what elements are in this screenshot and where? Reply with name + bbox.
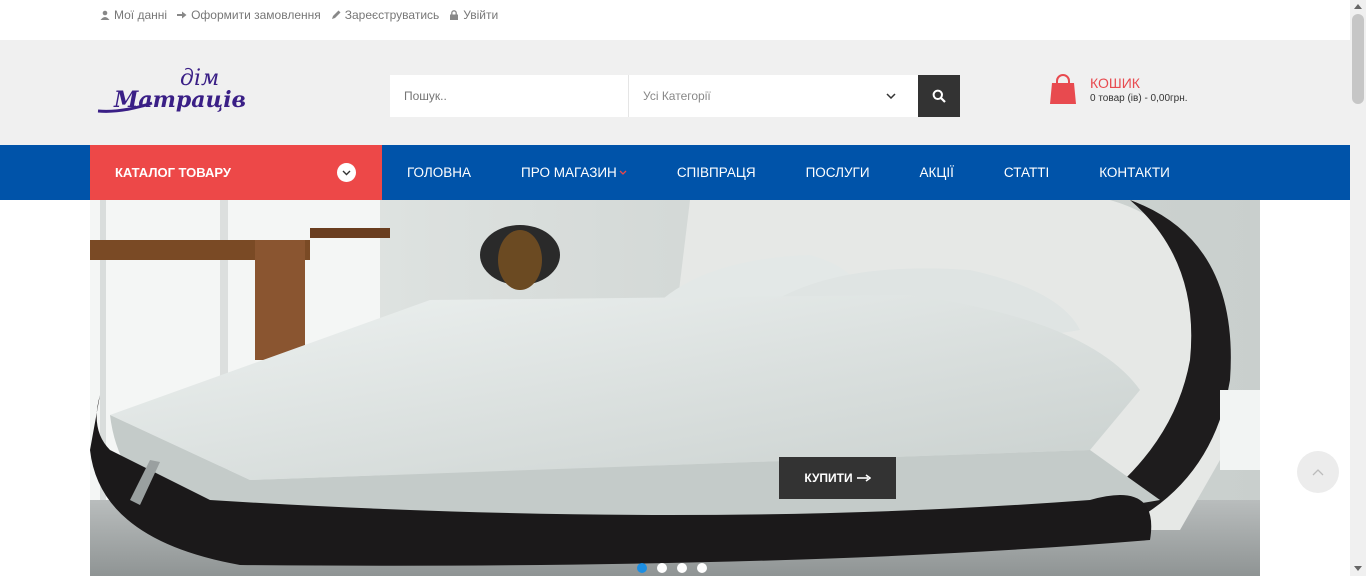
menu-item-label: СТАТТІ (1003, 165, 1050, 180)
shopping-bag-icon (1050, 74, 1076, 104)
register-label: Зареєструватись (344, 8, 440, 22)
scrollbar-thumb[interactable] (1352, 14, 1364, 104)
user-icon (100, 10, 110, 20)
slider-dot[interactable] (637, 563, 647, 573)
search-icon (932, 89, 946, 103)
top-bar: Мої данні Оформити замовлення Зареєструв… (0, 0, 1350, 40)
cart-title: КОШИК (1090, 75, 1140, 91)
chevron-down-icon (886, 93, 896, 99)
checkout-icon (177, 11, 187, 19)
dropdown-chevron-icon (619, 170, 627, 175)
page-scrollbar[interactable] (1350, 0, 1366, 576)
slider-pagination (637, 563, 707, 573)
menu-item-cooperation[interactable]: СПІВПРАЦЯ (652, 165, 781, 180)
register-link[interactable]: Зареєструватись (331, 8, 440, 22)
scroll-down-arrow[interactable] (1354, 566, 1362, 571)
menu-item-contacts[interactable]: КОНТАКТИ (1074, 165, 1195, 180)
menu-item-services[interactable]: ПОСЛУГИ (781, 165, 895, 180)
account-links: Мої данні Оформити замовлення Зареєструв… (100, 8, 498, 22)
menu-item-label: ПРО МАГАЗИН (521, 165, 617, 180)
scroll-up-arrow[interactable] (1354, 4, 1362, 9)
arrow-right-icon (856, 474, 871, 482)
my-data-label: Мої данні (114, 8, 168, 22)
menu-item-label: АКЦІЇ (919, 165, 954, 180)
cart-summary: 0 товар (ів) - 0,00грн. (1090, 93, 1188, 104)
buy-button[interactable]: КУПИТИ (779, 457, 896, 499)
menu-item-label: СПІВПРАЦЯ (676, 165, 756, 180)
menu-item-label: ПОСЛУГИ (805, 165, 870, 180)
menu-item-about[interactable]: ПРО МАГАЗИН (496, 165, 652, 180)
catalog-toggle[interactable] (337, 163, 356, 182)
category-select[interactable]: Усі Категорії (628, 75, 918, 117)
slider-dot[interactable] (657, 563, 667, 573)
logo-main-word: Матраців (113, 87, 246, 113)
search-input[interactable] (390, 75, 628, 117)
checkout-label: Оформити замовлення (191, 8, 321, 22)
menu-item-articles[interactable]: СТАТТІ (979, 165, 1074, 180)
lock-icon (450, 10, 459, 20)
login-link[interactable]: Увійти (449, 8, 498, 22)
checkout-link[interactable]: Оформити замовлення (177, 8, 321, 22)
hero-slider[interactable] (90, 200, 1260, 576)
pencil-icon (331, 10, 341, 19)
menu-item-home[interactable]: ГОЛОВНА (382, 165, 496, 180)
cart-widget[interactable]: КОШИК 0 товар (ів) - 0,00грн. (1050, 74, 1188, 106)
menu-item-label: ГОЛОВНА (407, 165, 472, 180)
menu-item-promotions[interactable]: АКЦІЇ (895, 165, 979, 180)
chevron-up-icon (1312, 468, 1324, 475)
bed-slide-image (90, 200, 1260, 576)
catalog-button[interactable]: КАТАЛОГ ТОВАРУ (90, 145, 382, 200)
main-menu: ГОЛОВНА ПРО МАГАЗИН СПІВПРАЦЯ ПОСЛУГИ АК… (382, 145, 1195, 200)
slider-dot[interactable] (677, 563, 687, 573)
search-button[interactable] (918, 75, 960, 117)
menu-item-label: КОНТАКТИ (1099, 165, 1170, 180)
catalog-label: КАТАЛОГ ТОВАРУ (115, 165, 232, 180)
site-logo[interactable]: дім Матраців (92, 67, 252, 122)
login-label: Увійти (463, 8, 499, 22)
buy-button-label: КУПИТИ (804, 471, 853, 485)
my-data-link[interactable]: Мої данні (100, 8, 167, 22)
chevron-down-icon (342, 170, 351, 175)
scroll-to-top-button[interactable] (1297, 451, 1339, 493)
category-select-value: Усі Категорії (643, 89, 711, 103)
slider-dot[interactable] (697, 563, 707, 573)
search-bar: Усі Категорії (390, 75, 960, 117)
